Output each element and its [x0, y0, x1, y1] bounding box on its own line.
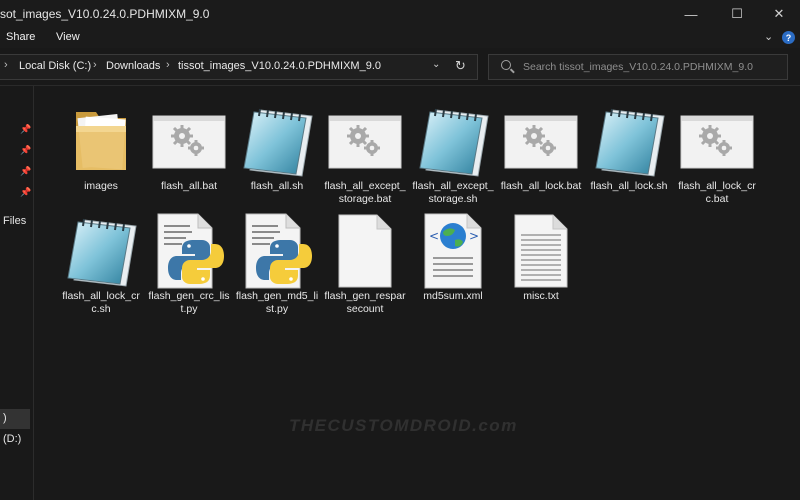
file-name-label: flash_all_except_storage.bat: [324, 180, 406, 205]
search-box[interactable]: [488, 54, 788, 80]
bat-file-icon: [145, 102, 233, 180]
file-item[interactable]: flash_all.sh: [233, 102, 321, 193]
file-name-label: flash_gen_crc_list.py: [148, 290, 230, 315]
file-view: THECUSTOMDROID.com images flash_all.bat: [35, 86, 800, 500]
bat-file-icon: [497, 102, 585, 180]
maximize-button[interactable]: ☐: [714, 0, 760, 28]
address-bar[interactable]: › Local Disk (C:) › Downloads › tissot_i…: [0, 54, 478, 80]
file-name-label: flash_all_lock_crc.bat: [678, 180, 756, 205]
file-item[interactable]: flash_gen_md5_list.py: [233, 212, 321, 316]
refresh-icon: ↻: [455, 58, 466, 73]
svg-text:>: >: [469, 229, 479, 243]
file-name-label: md5sum.xml: [423, 290, 483, 302]
file-item[interactable]: images: [57, 102, 145, 193]
file-item[interactable]: flash_all_lock.bat: [497, 102, 585, 193]
file-name-label: flash_all_lock.sh: [590, 180, 668, 192]
file-name-label: images: [84, 180, 118, 192]
bat-file-icon: [321, 102, 409, 180]
search-input[interactable]: [523, 59, 783, 75]
breadcrumb-separator: ›: [93, 59, 97, 71]
close-button[interactable]: ✕: [756, 0, 800, 28]
file-item[interactable]: flash_all_lock_crc.sh: [57, 212, 145, 316]
window-title: sot_images_V10.0.24.0.PDHMIXM_9.0: [0, 7, 210, 21]
file-name-label: misc.txt: [523, 290, 559, 302]
file-name-label: flash_gen_resparsecount: [324, 290, 406, 315]
file-item[interactable]: flash_all_except_storage.sh: [409, 102, 497, 206]
navigation-pane: 📌 📌 📌 📌 Files ) (D:): [0, 86, 34, 500]
expand-ribbon-button[interactable]: ⌄: [764, 30, 773, 43]
blank-file-icon: [321, 212, 409, 290]
breadcrumb-current-folder[interactable]: tissot_images_V10.0.24.0.PDHMIXM_9.0: [178, 60, 381, 72]
refresh-button[interactable]: ↻: [455, 58, 466, 74]
file-item[interactable]: flash_all.bat: [145, 102, 233, 193]
watermark: THECUSTOMDROID.com: [289, 416, 518, 435]
breadcrumb-separator: ›: [166, 59, 170, 71]
xml-file-icon: < >: [409, 212, 497, 290]
pin-icon[interactable]: 📌: [20, 166, 31, 177]
file-item[interactable]: flash_gen_resparsecount: [321, 212, 409, 316]
py-file-icon: [145, 212, 233, 290]
minimize-button[interactable]: —: [668, 0, 714, 28]
address-history-dropdown[interactable]: ⌄: [432, 59, 440, 70]
sh-file-icon: [57, 212, 145, 290]
title-bar: sot_images_V10.0.24.0.PDHMIXM_9.0 — ☐ ✕: [0, 0, 800, 28]
pin-icon[interactable]: 📌: [20, 187, 31, 198]
chevron-down-icon: ⌄: [432, 59, 441, 70]
file-item[interactable]: flash_all_lock.sh: [585, 102, 673, 193]
chevron-down-icon: ⌄: [764, 31, 774, 43]
file-item[interactable]: flash_gen_crc_list.py: [145, 212, 233, 316]
file-name-label: flash_all.bat: [160, 180, 218, 192]
file-name-label: flash_all_except_storage.sh: [412, 180, 494, 205]
sh-file-icon: [585, 102, 673, 180]
txt-file-icon: [497, 212, 585, 290]
py-file-icon: [233, 212, 321, 290]
file-name-label: flash_all_lock_crc.sh: [62, 290, 140, 315]
breadcrumb-local-disk[interactable]: Local Disk (C:): [19, 60, 91, 72]
file-name-label: flash_all_lock.bat: [500, 180, 582, 192]
pin-icon[interactable]: 📌: [20, 145, 31, 156]
maximize-icon: ☐: [731, 6, 743, 21]
sh-file-icon: [233, 102, 321, 180]
file-item[interactable]: misc.txt: [497, 212, 585, 303]
folder-icon: [57, 102, 145, 180]
pin-icon[interactable]: 📌: [20, 124, 31, 135]
help-button[interactable]: ?: [782, 31, 795, 44]
tab-view[interactable]: View: [56, 31, 80, 43]
nav-item-drive-d[interactable]: (D:): [3, 433, 21, 445]
nav-item-drive[interactable]: ): [3, 412, 7, 424]
file-item[interactable]: flash_all_except_storage.bat: [321, 102, 409, 206]
file-name-label: flash_all.sh: [250, 180, 304, 192]
search-icon: [501, 60, 511, 70]
minimize-icon: —: [684, 6, 698, 22]
close-icon: ✕: [773, 6, 785, 21]
file-item[interactable]: flash_all_lock_crc.bat: [673, 102, 761, 206]
svg-text:<: <: [429, 229, 439, 243]
breadcrumb-downloads[interactable]: Downloads: [106, 60, 160, 72]
file-name-label: flash_gen_md5_list.py: [235, 290, 319, 315]
breadcrumb-separator: ›: [4, 59, 8, 71]
nav-item-files[interactable]: Files: [3, 215, 26, 227]
bat-file-icon: [673, 102, 761, 180]
file-item[interactable]: < > md5sum.xml: [409, 212, 497, 303]
tab-share[interactable]: Share: [6, 31, 35, 43]
ribbon-tabs: Share View ⌄ ?: [0, 28, 800, 48]
navigation-row: › Local Disk (C:) › Downloads › tissot_i…: [0, 48, 800, 86]
sh-file-icon: [409, 102, 497, 180]
